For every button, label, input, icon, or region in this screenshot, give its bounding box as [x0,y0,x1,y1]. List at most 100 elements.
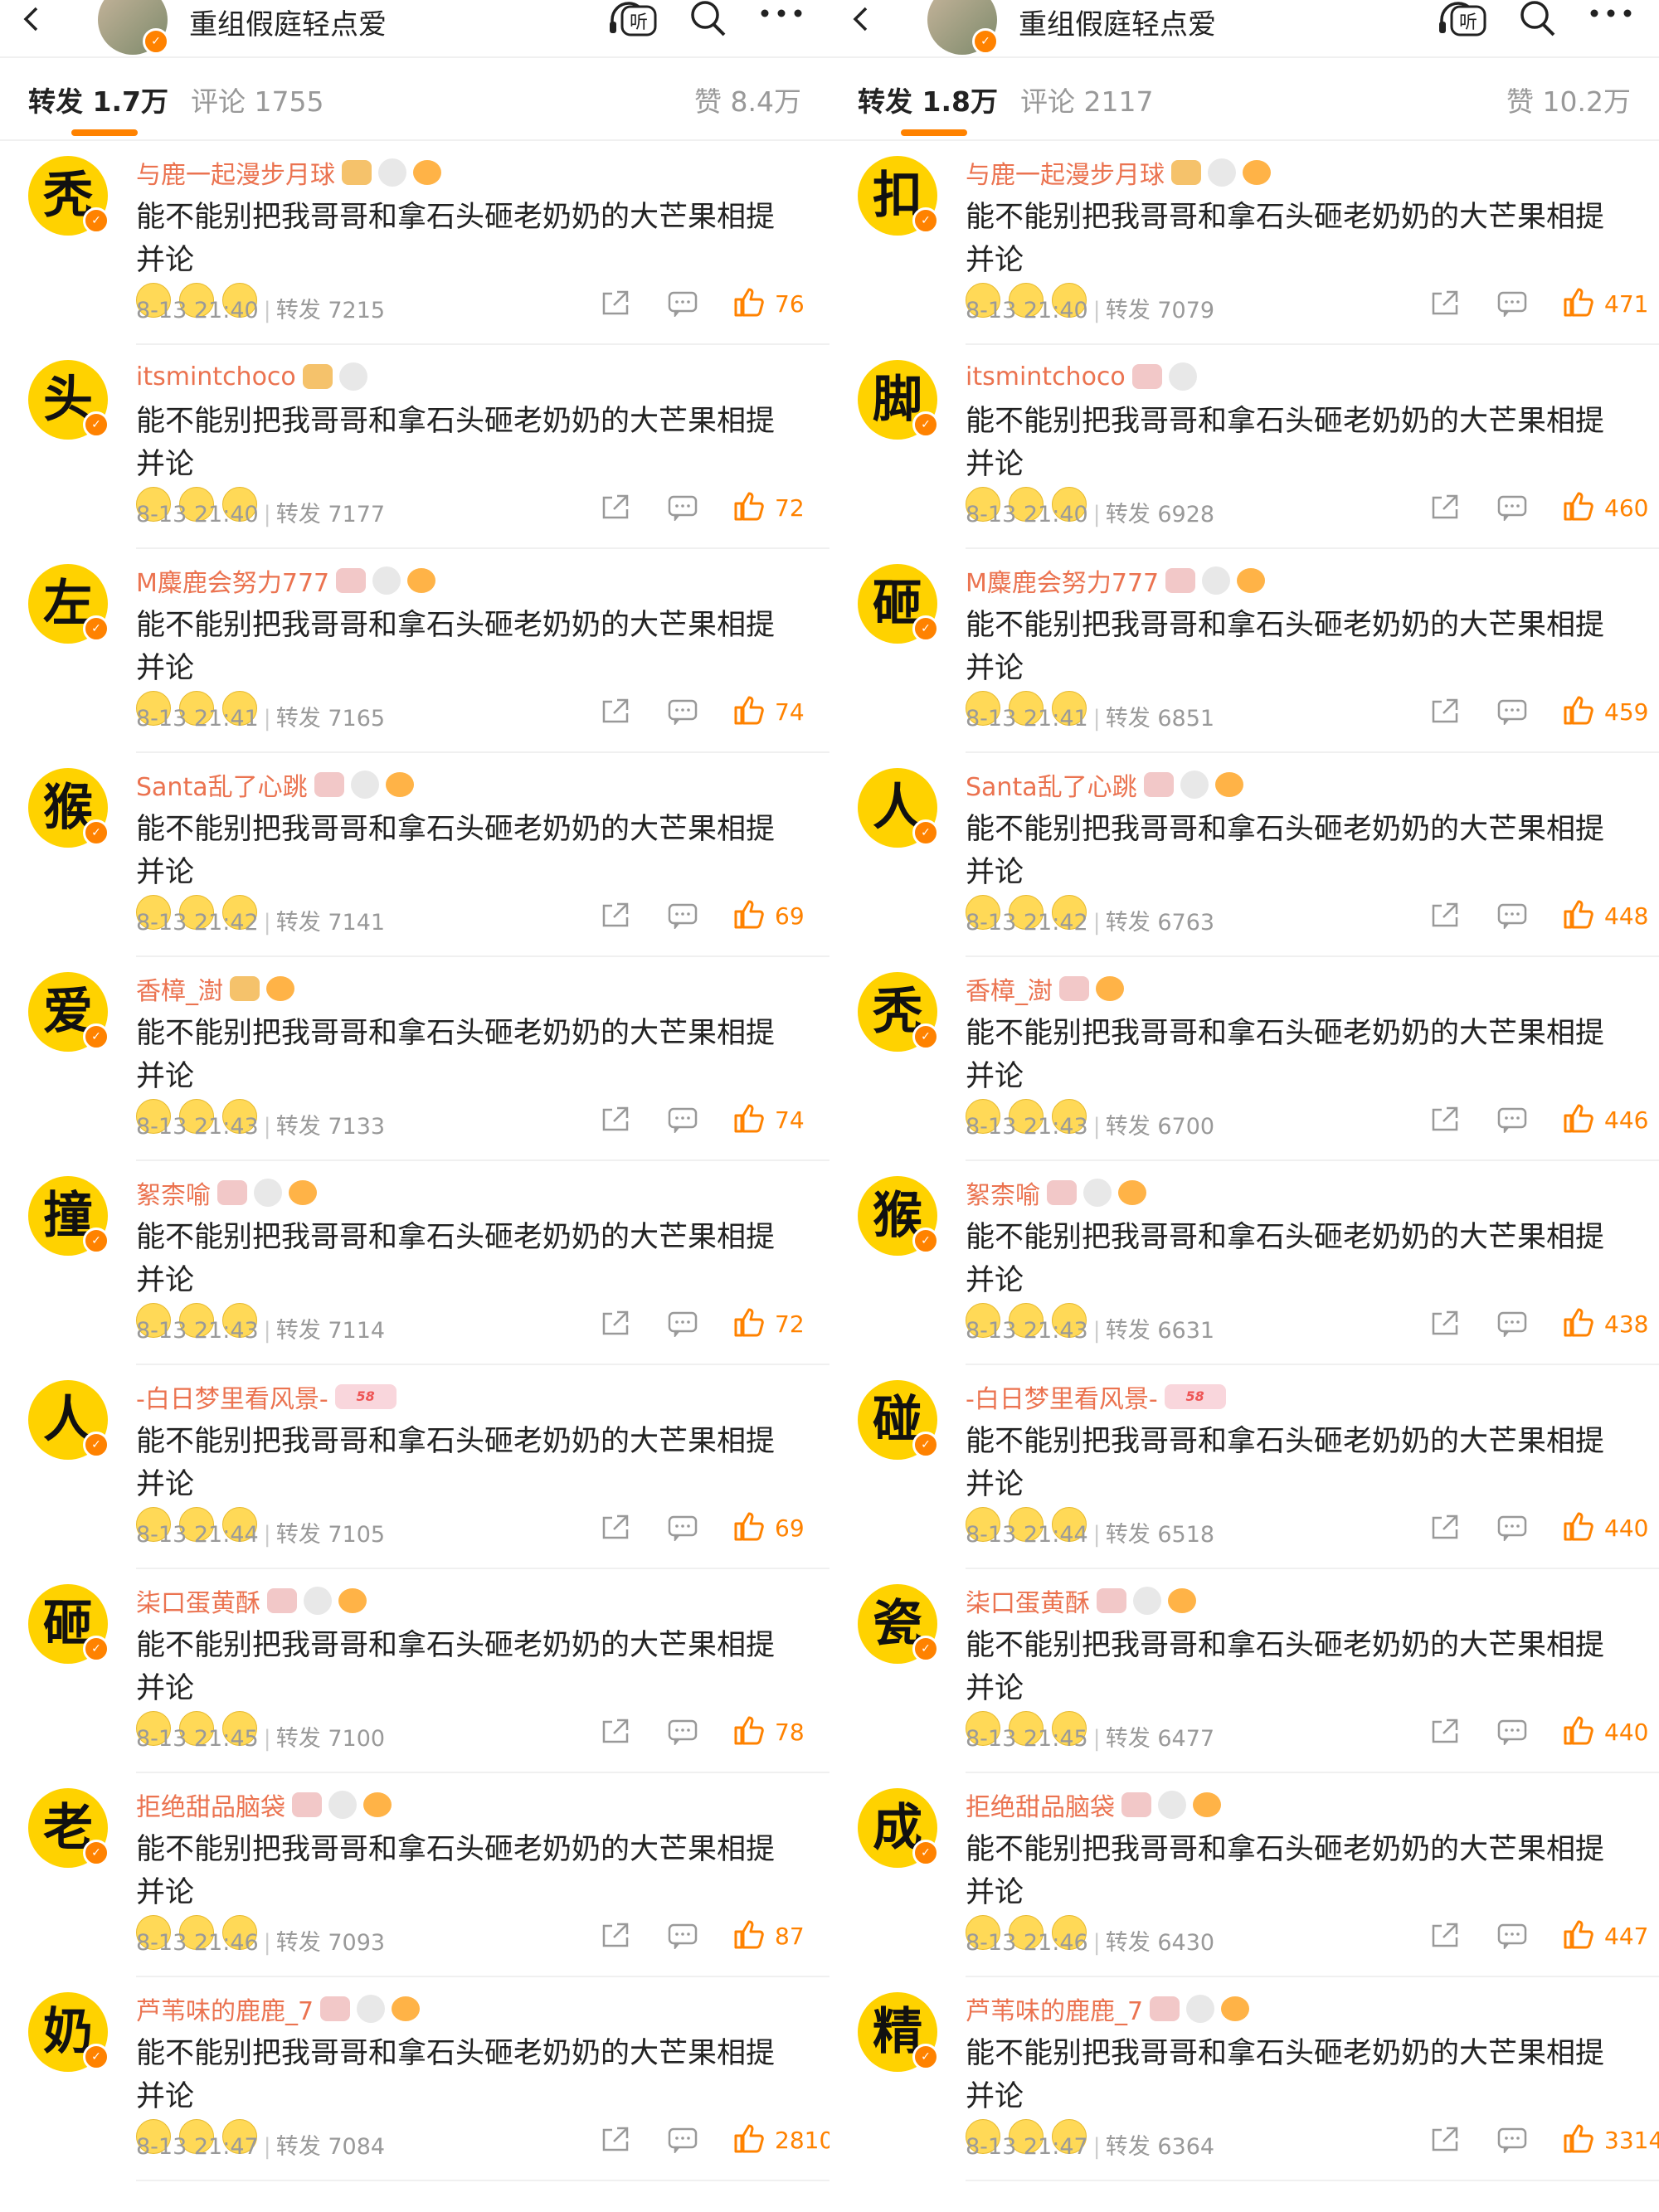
like-icon[interactable] [733,695,765,725]
commenter-avatar[interactable]: 撞 ✓ [28,1176,109,1256]
comment-icon[interactable] [667,1514,698,1543]
commenter-avatar[interactable]: 人 ✓ [858,768,939,848]
comment-icon[interactable] [1496,290,1528,318]
share-icon[interactable] [1430,1309,1462,1337]
share-icon[interactable] [601,493,632,521]
comment-icon[interactable] [1496,902,1528,931]
search-icon[interactable] [1516,0,1559,36]
comment-icon[interactable] [667,698,698,727]
commenter-avatar[interactable]: 精 ✓ [858,1992,939,2072]
like-icon[interactable] [1563,491,1594,521]
poster-name[interactable]: 重组假庭轻点爱 [1019,2,1216,42]
commenter-name[interactable]: Santa乱了心跳 [136,766,308,803]
commenter-name[interactable]: -白日梦里看风景- [136,1378,328,1415]
comment-icon[interactable] [1496,1310,1528,1339]
like-icon[interactable] [733,1307,765,1337]
commenter-avatar[interactable]: 猴 ✓ [28,768,109,848]
comment-icon[interactable] [1496,494,1528,523]
commenter-avatar[interactable]: 成 ✓ [858,1788,939,1868]
comment-icon[interactable] [1496,1514,1528,1543]
like-icon[interactable] [733,287,765,317]
commenter-name[interactable]: 芦苇味的鹿鹿_7 [966,1991,1143,2027]
comment-icon[interactable] [667,290,698,318]
commenter-name[interactable]: M麋鹿会努力777 [136,562,329,599]
commenter-avatar[interactable]: 爱 ✓ [28,972,109,1052]
commenter-avatar[interactable]: 脚 ✓ [858,360,939,440]
tab-comment[interactable]: 评论 1755 [191,80,324,119]
like-icon[interactable] [1563,1103,1594,1133]
listen-icon[interactable]: 听 [607,0,660,36]
commenter-name[interactable]: 拒绝甜品脑袋 [966,1787,1115,1823]
commenter-name[interactable]: 絮柰喻 [136,1174,211,1211]
commenter-name[interactable]: itsmintchoco [966,362,1126,391]
commenter-avatar[interactable]: 扣 ✓ [858,156,939,236]
tab-like[interactable]: 赞 10.2万 [1506,80,1631,119]
commenter-avatar[interactable]: 瓷 ✓ [858,1584,939,1664]
like-icon[interactable] [733,1919,765,1949]
share-icon[interactable] [601,1513,632,1541]
like-icon[interactable] [1563,899,1594,929]
like-icon[interactable] [1563,2123,1594,2153]
commenter-name[interactable]: -白日梦里看风景- [966,1378,1158,1415]
commenter-name[interactable]: 拒绝甜品脑袋 [136,1787,285,1823]
commenter-avatar[interactable]: 秃 ✓ [28,156,109,236]
share-icon[interactable] [1430,697,1462,725]
comment-icon[interactable] [1496,1106,1528,1135]
tab-comment[interactable]: 评论 2117 [1020,80,1153,119]
tab-like[interactable]: 赞 8.4万 [694,80,801,119]
like-icon[interactable] [1563,1307,1594,1337]
comment-icon[interactable] [667,1719,698,1747]
like-icon[interactable] [1563,1511,1594,1541]
share-icon[interactable] [601,1309,632,1337]
share-icon[interactable] [601,697,632,725]
commenter-name[interactable]: 柒口蛋黄酥 [136,1582,260,1619]
commenter-avatar[interactable]: 碰 ✓ [858,1380,939,1460]
share-icon[interactable] [601,1717,632,1745]
commenter-name[interactable]: 香樟_澍 [136,970,223,1007]
like-icon[interactable] [1563,695,1594,725]
commenter-avatar[interactable]: 砸 ✓ [858,564,939,644]
share-icon[interactable] [601,1105,632,1133]
like-icon[interactable] [733,1715,765,1745]
back-arrow-icon[interactable] [20,7,45,32]
commenter-avatar[interactable]: 秃 ✓ [858,972,939,1052]
commenter-name[interactable]: Santa乱了心跳 [966,766,1137,803]
tab-repost[interactable]: 转发 1.8万 [858,80,998,119]
share-icon[interactable] [1430,901,1462,929]
comment-icon[interactable] [1496,2127,1528,2155]
like-icon[interactable] [733,2123,765,2153]
poster-avatar[interactable]: ✓ [98,0,169,55]
share-icon[interactable] [1430,1717,1462,1745]
like-icon[interactable] [733,491,765,521]
share-icon[interactable] [1430,1921,1462,1949]
commenter-name[interactable]: 芦苇味的鹿鹿_7 [136,1991,314,2027]
back-arrow-icon[interactable] [849,7,874,32]
comment-icon[interactable] [667,902,698,931]
comment-icon[interactable] [667,2127,698,2155]
share-icon[interactable] [601,1921,632,1949]
commenter-avatar[interactable]: 奶 ✓ [28,1992,109,2072]
commenter-avatar[interactable]: 左 ✓ [28,564,109,644]
share-icon[interactable] [1430,2125,1462,2153]
comment-icon[interactable] [1496,1923,1528,1951]
share-icon[interactable] [601,2125,632,2153]
commenter-avatar[interactable]: 猴 ✓ [858,1176,939,1256]
like-icon[interactable] [1563,1715,1594,1745]
commenter-name[interactable]: 絮柰喻 [966,1174,1040,1211]
commenter-name[interactable]: itsmintchoco [136,362,296,391]
share-icon[interactable] [1430,493,1462,521]
share-icon[interactable] [601,901,632,929]
commenter-avatar[interactable]: 砸 ✓ [28,1584,109,1664]
like-icon[interactable] [733,899,765,929]
commenter-name[interactable]: 香樟_澍 [966,970,1053,1007]
commenter-name[interactable]: M麋鹿会努力777 [966,562,1159,599]
commenter-avatar[interactable]: 老 ✓ [28,1788,109,1868]
like-icon[interactable] [733,1103,765,1133]
comment-icon[interactable] [667,494,698,523]
commenter-avatar[interactable]: 头 ✓ [28,360,109,440]
share-icon[interactable] [601,289,632,317]
poster-avatar[interactable]: ✓ [927,0,999,55]
share-icon[interactable] [1430,1105,1462,1133]
commenter-name[interactable]: 与鹿一起漫步月球 [136,154,335,191]
commenter-avatar[interactable]: 人 ✓ [28,1380,109,1460]
